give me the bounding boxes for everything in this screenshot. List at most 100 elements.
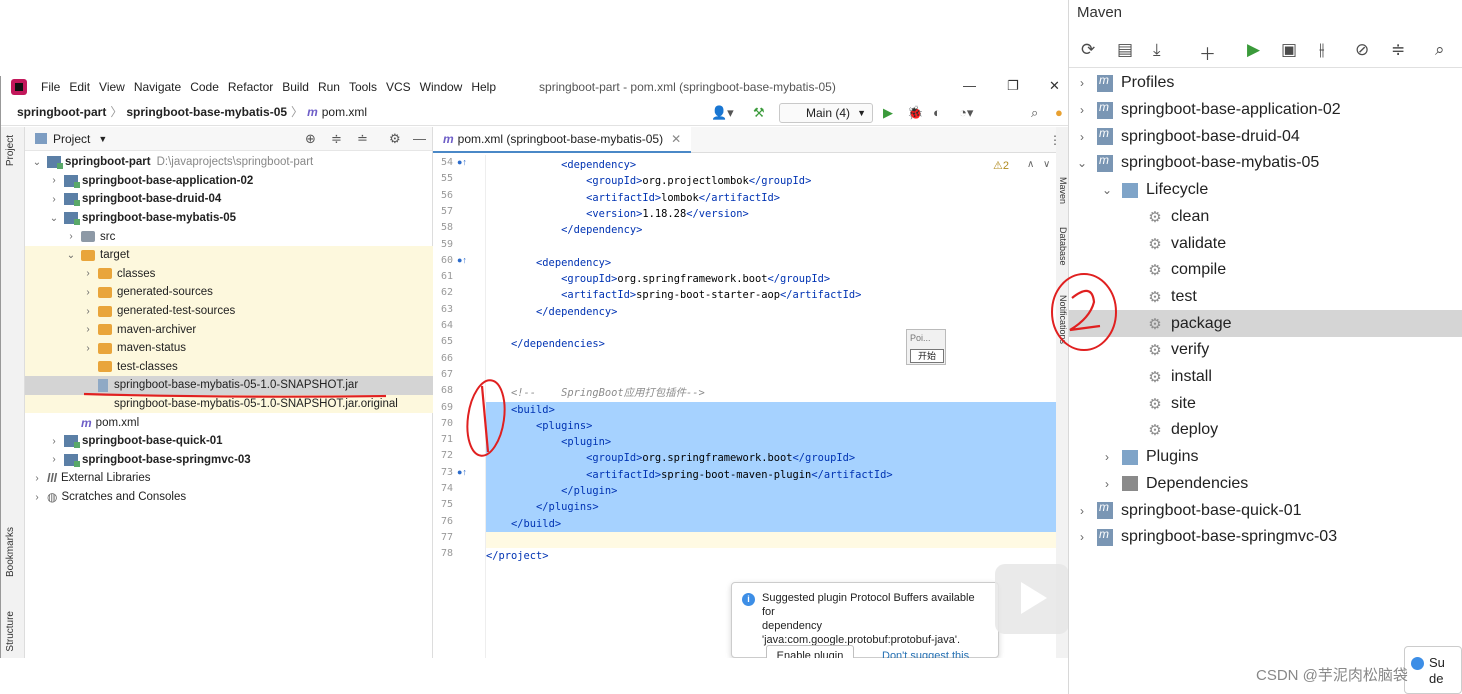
tree-item[interactable]: › generated-sources (25, 283, 433, 302)
maven-tree-item[interactable]: › springboot-base-springmvc-03 (1069, 524, 1462, 551)
chevron-up-icon[interactable]: ∧ (1027, 159, 1034, 170)
tree-item[interactable]: ⌄ springboot-base-mybatis-05 (25, 209, 433, 228)
maven-tree-item[interactable]: ⚙ install (1069, 364, 1462, 391)
menu-build[interactable]: Build (282, 80, 309, 94)
close-tab-icon[interactable]: ✕ (671, 132, 681, 146)
project-tool-tab[interactable]: Project (5, 135, 16, 166)
debug-icon[interactable]: 🐞 (907, 105, 923, 121)
start-button[interactable]: 开始 (910, 349, 944, 363)
editor-tab-pom[interactable]: m pom.xml (springboot-base-mybatis-05) ✕ (433, 126, 692, 153)
tree-item[interactable]: ⌄ target (25, 246, 433, 265)
chevron-right-icon[interactable]: › (48, 194, 60, 205)
user-icon[interactable]: 👤▾ (711, 105, 734, 121)
chevron-right-icon[interactable]: › (1075, 103, 1089, 117)
toggle-offline-icon[interactable]: ⫲ (1319, 40, 1325, 60)
gutter-override-icon[interactable]: ●↑ (457, 467, 467, 477)
maven-tool-tab[interactable]: Maven (1058, 177, 1068, 204)
expand-all-icon[interactable]: ≑ (331, 131, 342, 147)
chevron-right-icon[interactable]: › (31, 492, 43, 503)
menu-help[interactable]: Help (471, 80, 496, 94)
breadcrumb-module[interactable]: springboot-base-mybatis-05 (126, 105, 287, 119)
tree-item[interactable]: m pom.xml (25, 413, 433, 432)
menu-code[interactable]: Code (190, 80, 219, 94)
search-icon[interactable]: ⌕ (1031, 105, 1038, 121)
dont-suggest-link[interactable]: Don't suggest this plugin (882, 649, 998, 658)
chevron-right-icon[interactable]: › (31, 473, 43, 484)
chevron-down-icon[interactable]: ⌄ (48, 213, 60, 224)
collapse-all-icon[interactable]: ≐ (357, 131, 368, 147)
chevron-right-icon[interactable]: › (48, 175, 60, 186)
gutter-override-icon[interactable]: ●↑ (457, 255, 467, 265)
tree-item[interactable]: springboot-base-mybatis-05-1.0-SNAPSHOT.… (25, 394, 433, 414)
menu-vcs[interactable]: VCS (386, 80, 411, 94)
video-play-overlay[interactable] (995, 564, 1068, 634)
maven-tree-item[interactable]: › springboot-base-quick-01 (1069, 497, 1462, 524)
enable-plugin-button[interactable]: Enable plugin (766, 645, 854, 658)
chevron-right-icon[interactable]: › (82, 268, 94, 279)
restore-icon[interactable]: ❐ (1007, 78, 1019, 94)
collapse-icon[interactable]: ≑ (1391, 40, 1405, 60)
warnings-indicator[interactable]: ⚠2 (993, 159, 1009, 172)
maven-tree-item[interactable]: ⚙ clean (1069, 204, 1462, 231)
menu-navigate[interactable]: Navigate (134, 80, 181, 94)
maven-tree-item[interactable]: › springboot-base-druid-04 (1069, 123, 1462, 150)
maven-tree-item[interactable]: ⚙ validate (1069, 230, 1462, 257)
build-hammer-icon[interactable]: ⚒ (753, 105, 765, 121)
project-view-dropdown-icon[interactable]: ▼ (98, 134, 107, 144)
chevron-right-icon[interactable]: › (48, 454, 60, 465)
add-icon[interactable]: ＋ (1199, 40, 1216, 65)
menu-window[interactable]: Window (420, 80, 463, 94)
maven-tree-item[interactable]: ⚙ deploy (1069, 417, 1462, 444)
chevron-down-icon[interactable]: ⌄ (1100, 183, 1114, 197)
run-icon[interactable]: ▶ (1247, 40, 1260, 60)
structure-tool-tab[interactable]: Structure (5, 611, 16, 652)
tree-item[interactable]: › src (25, 227, 433, 246)
update-icon[interactable]: ● (1055, 105, 1063, 120)
gutter-override-icon[interactable]: ●↑ (457, 157, 467, 167)
maven-tree-item[interactable]: › Profiles (1069, 70, 1462, 97)
chevron-down-icon[interactable]: ⌄ (31, 157, 43, 168)
maven-tree-item[interactable]: › Dependencies (1069, 471, 1462, 498)
coverage-icon[interactable]: ◐ (933, 105, 941, 120)
notifications-tool-tab[interactable]: Notifications (1058, 295, 1068, 344)
chevron-right-icon[interactable]: › (65, 231, 77, 242)
chevron-right-icon[interactable]: › (48, 436, 60, 447)
tree-item[interactable]: › generated-test-sources (25, 301, 433, 321)
menu-view[interactable]: View (99, 80, 125, 94)
skip-tests-icon[interactable]: ⊘ (1355, 40, 1369, 60)
chevron-right-icon[interactable]: › (1075, 530, 1089, 544)
maven-tree-item[interactable]: › springboot-base-application-02 (1069, 97, 1462, 124)
tree-item[interactable]: › ◍ Scratches and Consoles (25, 488, 433, 507)
profile-icon[interactable]: ◔▾ (959, 105, 973, 121)
maven-tree-item[interactable]: ⚙ compile (1069, 257, 1462, 284)
notification-card[interactable]: Su de (1404, 646, 1462, 694)
menu-edit[interactable]: Edit (69, 80, 90, 94)
chevron-right-icon[interactable]: › (82, 324, 94, 335)
tree-item[interactable]: test-classes (25, 357, 433, 377)
chevron-down-icon[interactable]: ⌄ (65, 250, 77, 261)
chevron-right-icon[interactable]: › (82, 287, 94, 298)
execute-goal-icon[interactable]: ▣ (1281, 40, 1297, 60)
tree-item[interactable]: › springboot-base-application-02 (25, 172, 433, 191)
database-tool-tab[interactable]: Database (1058, 227, 1068, 266)
breadcrumb-file[interactable]: pom.xml (322, 105, 367, 119)
tree-item[interactable]: › springboot-base-druid-04 (25, 190, 433, 209)
download-icon[interactable]: ⤓ (1153, 40, 1161, 60)
maven-tree-item[interactable]: ⚙ site (1069, 390, 1462, 417)
tree-item[interactable]: springboot-base-mybatis-05-1.0-SNAPSHOT.… (25, 376, 433, 395)
chevron-down-icon[interactable]: ∨ (1043, 159, 1050, 170)
chevron-right-icon[interactable]: › (1100, 450, 1114, 464)
maven-tree-item[interactable]: ⌄ Lifecycle (1069, 177, 1462, 204)
tree-item[interactable]: › classes (25, 264, 433, 284)
menu-file[interactable]: File (41, 80, 60, 94)
minimize-icon[interactable]: — (963, 78, 976, 93)
chevron-right-icon[interactable]: › (1075, 76, 1089, 90)
reload-icon[interactable]: ⟳ (1081, 40, 1095, 60)
tree-item[interactable]: › springboot-base-quick-01 (25, 432, 433, 451)
maven-tree-item[interactable]: ⌄ springboot-base-mybatis-05 (1069, 150, 1462, 177)
maven-tree-item[interactable]: ⚙ test (1069, 284, 1462, 311)
tree-item[interactable]: ⌄ springboot-part D:\javaprojects\springbo… (25, 153, 433, 172)
chevron-right-icon[interactable]: › (82, 306, 94, 317)
hide-panel-icon[interactable]: — (413, 131, 426, 146)
bookmarks-tool-tab[interactable]: Bookmarks (5, 527, 16, 577)
